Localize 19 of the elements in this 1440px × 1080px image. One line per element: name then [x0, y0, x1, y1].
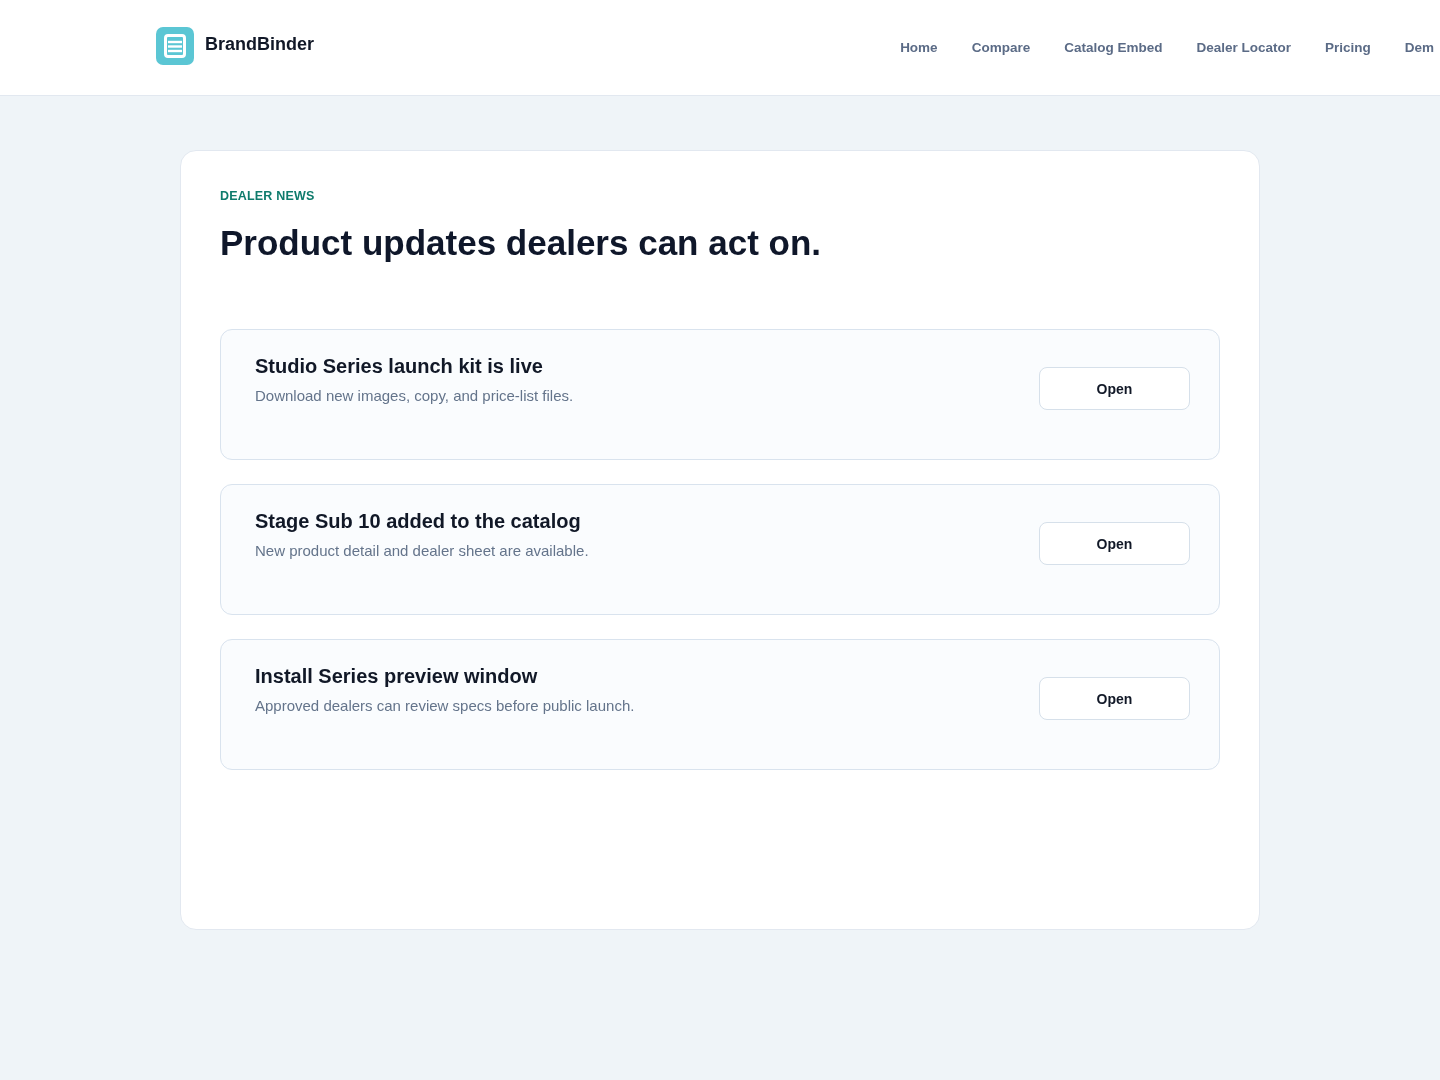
- nav-link[interactable]: Pricing: [1324, 40, 1371, 55]
- section-heading: Product updates dealers can act on.: [220, 222, 822, 264]
- news-description: Download new images, copy, and price-list files.: [255, 386, 574, 406]
- news-title: Install Series preview window: [255, 664, 539, 688]
- binder-logo-icon: [156, 27, 194, 65]
- nav-link[interactable]: Dealer Locator: [1196, 40, 1291, 55]
- news-title: Studio Series launch kit is live: [255, 354, 544, 378]
- news-description: New product detail and dealer sheet are available.: [255, 541, 589, 561]
- nav-link[interactable]: Compare: [971, 40, 1031, 55]
- nav-link[interactable]: Dem: [1404, 40, 1434, 55]
- nav-link[interactable]: Catalog Embed: [1064, 40, 1163, 55]
- open-button[interactable]: Open: [1039, 367, 1190, 410]
- open-button[interactable]: Open: [1039, 677, 1190, 720]
- brand-name: BrandBinder: [205, 33, 314, 55]
- news-title: Stage Sub 10 added to the catalog: [255, 509, 582, 533]
- nav-link[interactable]: Home: [900, 40, 938, 55]
- open-button[interactable]: Open: [1039, 522, 1190, 565]
- section-eyebrow: DEALER NEWS: [220, 189, 316, 203]
- news-description: Approved dealers can review specs before public launch.: [255, 696, 635, 716]
